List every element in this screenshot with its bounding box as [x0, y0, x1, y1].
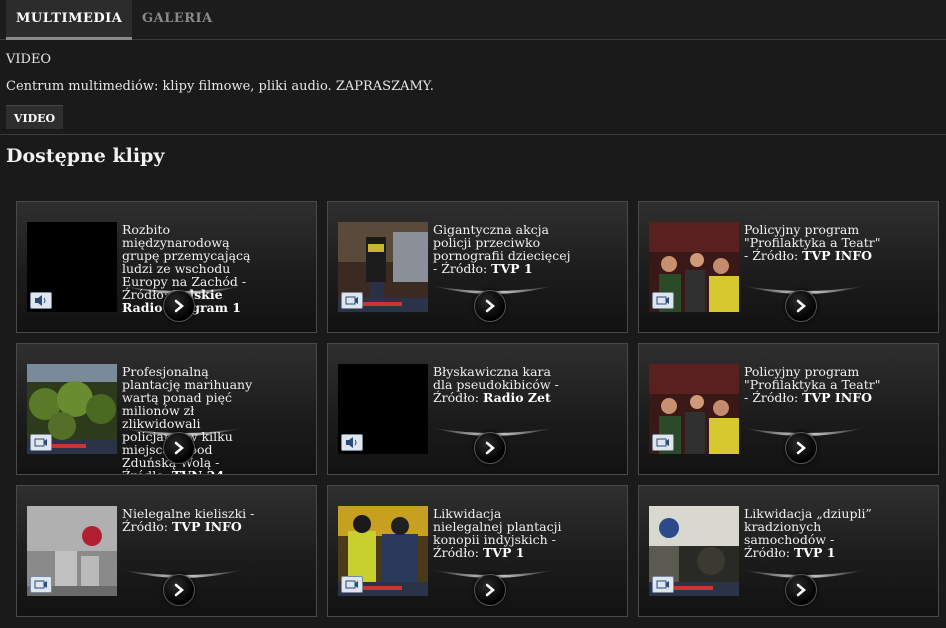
clip-card[interactable]: Błyskawiczna kara dla pseudokibiców - Źr…	[327, 343, 628, 475]
chevron-right-icon	[796, 441, 806, 455]
intro-text: Centrum multimediów: klipy filmowe, plik…	[6, 79, 434, 94]
video-icon	[30, 434, 52, 451]
tab-galeria[interactable]: GALERIA	[132, 0, 223, 40]
play-button[interactable]	[163, 432, 195, 464]
section-label: VIDEO	[6, 52, 52, 67]
chevron-right-icon	[174, 441, 184, 455]
video-icon	[341, 576, 363, 593]
divider	[0, 134, 946, 135]
page-title: Dostępne klipy	[6, 145, 165, 167]
clip-card[interactable]: Gigantyczna akcja policji przeciwko porn…	[327, 201, 628, 333]
clip-title[interactable]: Profesjonalną plantację marihuany wartą …	[122, 365, 262, 474]
clip-thumbnail[interactable]	[649, 364, 739, 454]
video-icon	[652, 576, 674, 593]
clip-thumbnail[interactable]	[27, 222, 117, 312]
video-icon	[652, 292, 674, 309]
clip-thumbnail[interactable]	[338, 506, 428, 596]
clip-source: TVP 1	[793, 545, 836, 560]
clip-thumbnail[interactable]	[649, 506, 739, 596]
play-button[interactable]	[785, 574, 817, 606]
play-button[interactable]	[474, 290, 506, 322]
audio-icon	[341, 434, 363, 451]
clip-thumbnail[interactable]	[27, 364, 117, 454]
audio-icon	[30, 292, 52, 309]
chevron-right-icon	[796, 299, 806, 313]
video-icon	[30, 576, 52, 593]
play-button[interactable]	[163, 574, 195, 606]
clip-title[interactable]: Policyjny program "Profilaktyka a Teatr"…	[744, 365, 884, 404]
video-icon	[341, 292, 363, 309]
tab-bar: MULTIMEDIA GALERIA	[0, 0, 946, 40]
clip-source: TVP INFO	[171, 519, 242, 534]
clip-thumbnail[interactable]	[27, 506, 117, 596]
chevron-right-icon	[485, 441, 495, 455]
play-button[interactable]	[163, 290, 195, 322]
clip-card[interactable]: Rozbito międzynarodową grupę przemycając…	[16, 201, 317, 333]
video-icon	[652, 434, 674, 451]
chevron-right-icon	[174, 299, 184, 313]
clip-card[interactable]: Likwidacja „dziupli” kradzionych samocho…	[638, 485, 939, 617]
clip-source: TVN 24	[172, 468, 224, 474]
clip-thumbnail[interactable]	[338, 222, 428, 312]
clip-source: TVP 1	[482, 545, 525, 560]
tab-multimedia[interactable]: MULTIMEDIA	[6, 0, 132, 40]
chevron-right-icon	[485, 299, 495, 313]
clip-thumbnail[interactable]	[649, 222, 739, 312]
clip-source: TVP 1	[491, 261, 533, 276]
clip-card[interactable]: Policyjny program "Profilaktyka a Teatr"…	[638, 201, 939, 333]
chevron-right-icon	[796, 583, 806, 597]
play-button[interactable]	[474, 432, 506, 464]
play-button[interactable]	[785, 432, 817, 464]
play-button[interactable]	[785, 290, 817, 322]
video-filter-button[interactable]: VIDEO	[6, 105, 63, 129]
clip-title[interactable]: Gigantyczna akcja policji przeciwko porn…	[433, 223, 573, 275]
clip-source: Radio Zet	[482, 390, 551, 405]
play-button[interactable]	[474, 574, 506, 606]
clip-title[interactable]: Likwidacja nielegalnej plantacji konopii…	[433, 507, 573, 559]
chevron-right-icon	[174, 583, 184, 597]
clip-source: TVP INFO	[802, 390, 872, 405]
chevron-right-icon	[485, 583, 495, 597]
clip-source: TVP INFO	[802, 248, 872, 263]
clip-title[interactable]: Policyjny program "Profilaktyka a Teatr"…	[744, 223, 884, 262]
clip-thumbnail[interactable]	[338, 364, 428, 454]
clip-title[interactable]: Likwidacja „dziupli” kradzionych samocho…	[744, 507, 884, 559]
clip-card[interactable]: Profesjonalną plantację marihuany wartą …	[16, 343, 317, 475]
clip-title[interactable]: Błyskawiczna kara dla pseudokibiców - Źr…	[433, 365, 573, 404]
clip-card[interactable]: Nielegalne kieliszki - Źródło: TVP INFO	[16, 485, 317, 617]
clip-title[interactable]: Nielegalne kieliszki - Źródło: TVP INFO	[122, 507, 262, 533]
clip-card[interactable]: Likwidacja nielegalnej plantacji konopii…	[327, 485, 628, 617]
clip-card[interactable]: Policyjny program "Profilaktyka a Teatr"…	[638, 343, 939, 475]
